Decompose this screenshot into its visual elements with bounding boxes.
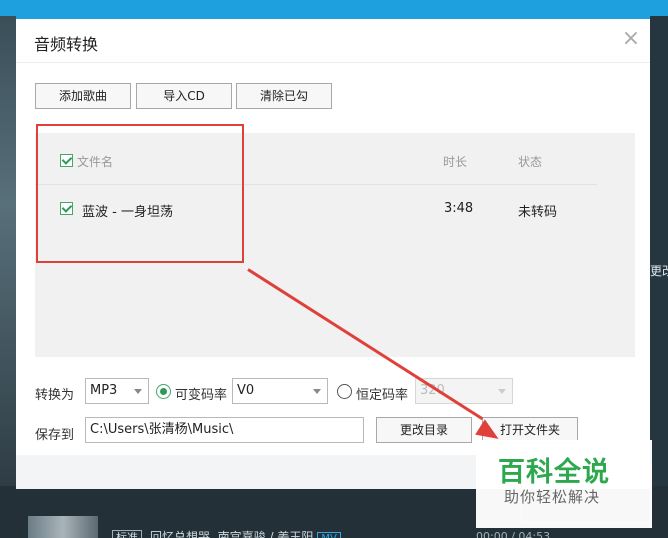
change-directory-button[interactable]: 更改目录 (376, 417, 472, 443)
playback-time: 00:00 / 04:53 (476, 530, 551, 538)
app-top-bar (0, 0, 668, 16)
column-duration[interactable]: 时长 (443, 153, 467, 170)
add-song-button[interactable]: 添加歌曲 (35, 83, 131, 109)
cbr-radio[interactable] (337, 384, 352, 399)
clear-checked-button[interactable]: 清除已勾 (236, 83, 332, 109)
background-artwork-left (0, 16, 16, 486)
vbr-label[interactable]: 可变码率 (175, 384, 227, 403)
song-artist[interactable]: 南宫嘉骏 / 姜玉阳 (218, 530, 314, 538)
vbr-select-value: V0 (237, 383, 255, 398)
song-title[interactable]: 回忆总想哭 (150, 530, 210, 538)
import-cd-button[interactable]: 导入CD (136, 83, 232, 109)
format-select[interactable]: MP3 (85, 378, 149, 404)
cbr-select[interactable]: 320 (415, 378, 513, 404)
convert-to-label: 转换为 (35, 388, 75, 403)
annotation-highlight-box (36, 124, 244, 263)
row-status: 未转码 (518, 205, 558, 220)
album-thumbnail[interactable] (28, 516, 98, 538)
save-to-label: 保存到 (35, 428, 75, 443)
background-panel-right (650, 16, 668, 486)
mv-badge[interactable]: MV (317, 532, 341, 538)
watermark-title: 百科全说 (498, 457, 610, 488)
column-status[interactable]: 状态 (518, 153, 542, 170)
now-playing-info: 标准回忆总想哭 南宫嘉骏 / 姜玉阳MV (112, 528, 341, 538)
chevron-down-icon (313, 389, 321, 394)
chevron-down-icon (134, 389, 142, 394)
watermark-subtitle: 助你轻松解决 (504, 488, 601, 506)
row-duration: 3:48 (444, 201, 474, 216)
watermark: 百科全说 助你轻松解决 (476, 440, 652, 528)
dialog-header: 音频转换 × (16, 19, 650, 63)
close-icon[interactable]: × (620, 27, 642, 51)
dialog-title: 音频转换 (34, 35, 99, 54)
cbr-label[interactable]: 恒定码率 (356, 384, 408, 403)
chevron-down-icon (498, 389, 506, 394)
vbr-radio[interactable] (156, 384, 171, 399)
format-select-value: MP3 (90, 383, 118, 398)
vbr-select[interactable]: V0 (232, 378, 328, 404)
save-path-input[interactable]: C:\Users\张清杨\Music\ (85, 417, 364, 443)
background-change-link[interactable]: 更改 (650, 262, 668, 279)
quality-tag[interactable]: 标准 (112, 530, 142, 538)
